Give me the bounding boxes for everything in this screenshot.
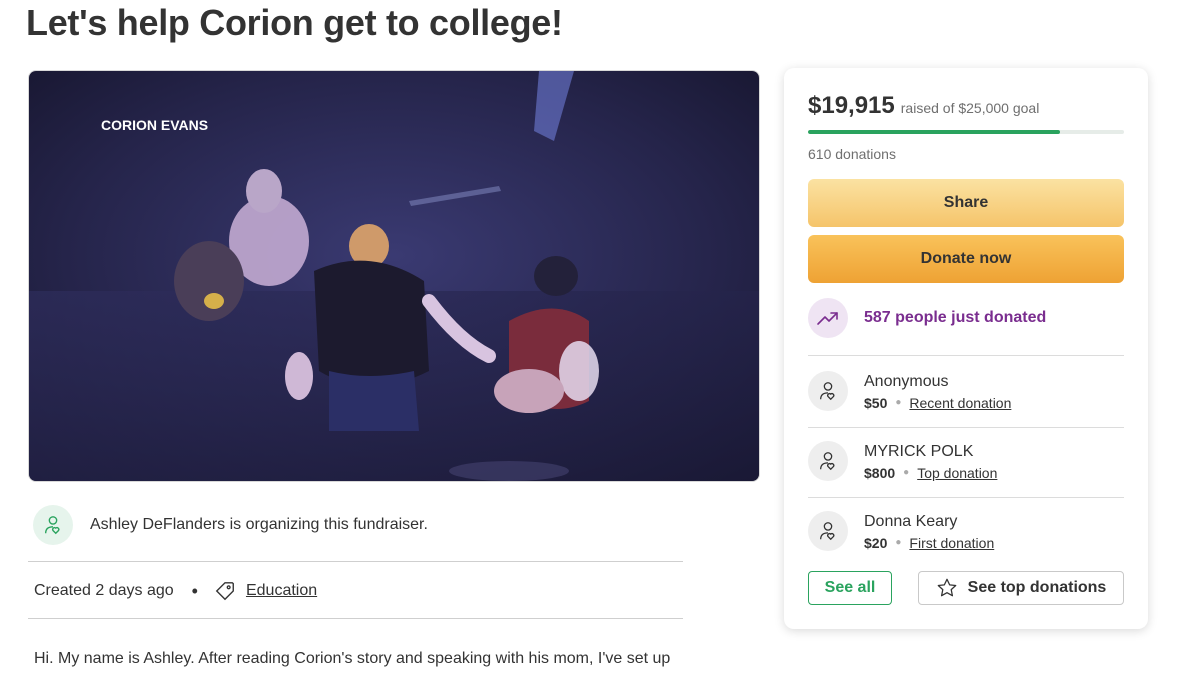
- trending-up-icon: [808, 298, 848, 338]
- just-donated-text: 587 people just donated: [864, 309, 1047, 326]
- person-heart-icon: [33, 505, 73, 545]
- first-donation-link[interactable]: First donation: [909, 535, 994, 551]
- person-heart-icon: [808, 371, 848, 411]
- see-top-donations-button[interactable]: See top donations: [918, 571, 1124, 605]
- donate-now-button[interactable]: Donate now: [808, 235, 1124, 283]
- page-title: Let's help Corion get to college!: [26, 2, 563, 43]
- donor-name: MYRICK POLK: [864, 442, 974, 460]
- star-icon: [936, 577, 958, 599]
- goal-text: raised of $25,000 goal: [900, 100, 1040, 116]
- divider: [808, 427, 1124, 428]
- donor-name: Donna Keary: [864, 512, 958, 530]
- raised-amount: $19,915: [808, 92, 895, 119]
- see-top-donations-label: See top donations: [967, 579, 1107, 596]
- share-button[interactable]: Share: [808, 179, 1124, 227]
- meta-separator: •: [191, 580, 198, 601]
- donor-item: Donna Keary $20 ● First donation: [808, 508, 1124, 554]
- story-text: Hi. My name is Ashley. After reading Cor…: [34, 650, 671, 667]
- donation-card: $19,915 raised of $25,000 goal 610 donat…: [784, 68, 1148, 629]
- category-link[interactable]: Education: [246, 582, 317, 600]
- top-donation-link[interactable]: Top donation: [917, 465, 997, 481]
- tag-icon: [214, 580, 236, 602]
- dot-separator: ●: [895, 397, 902, 408]
- fundraiser-meta: Created 2 days ago • Education: [34, 580, 317, 602]
- progress-bar: [808, 130, 1124, 134]
- dot-separator: ●: [903, 467, 910, 478]
- person-heart-icon: [808, 511, 848, 551]
- donor-item: Anonymous $50 ● Recent donation: [808, 368, 1124, 414]
- raised-summary: $19,915 raised of $25,000 goal: [808, 92, 1039, 120]
- recent-activity: 587 people just donated: [808, 298, 1046, 338]
- donor-name: Anonymous: [864, 372, 949, 390]
- divider: [28, 561, 683, 562]
- person-heart-icon: [808, 441, 848, 481]
- donation-count: 610 donations: [808, 146, 896, 162]
- donation-amount: $50: [864, 394, 888, 411]
- donor-item: MYRICK POLK $800 ● Top donation: [808, 438, 1124, 484]
- divider: [28, 618, 683, 619]
- hero-video-frame[interactable]: CORION EVANS: [28, 70, 760, 482]
- dot-separator: ●: [895, 537, 902, 548]
- organizer-row: Ashley DeFlanders is organizing this fun…: [33, 505, 683, 545]
- divider: [808, 497, 1124, 498]
- rescue-scene-image: CORION EVANS: [29, 71, 759, 481]
- organizer-text: Ashley DeFlanders is organizing this fun…: [90, 516, 428, 533]
- hero-caption: CORION EVANS: [101, 117, 208, 133]
- donation-amount: $800: [864, 464, 896, 481]
- see-all-button[interactable]: See all: [808, 571, 892, 605]
- recent-donation-link[interactable]: Recent donation: [909, 395, 1011, 411]
- donation-amount: $20: [864, 534, 888, 551]
- created-date: Created 2 days ago: [34, 582, 174, 599]
- divider: [808, 355, 1124, 356]
- progress-fill: [808, 130, 1060, 134]
